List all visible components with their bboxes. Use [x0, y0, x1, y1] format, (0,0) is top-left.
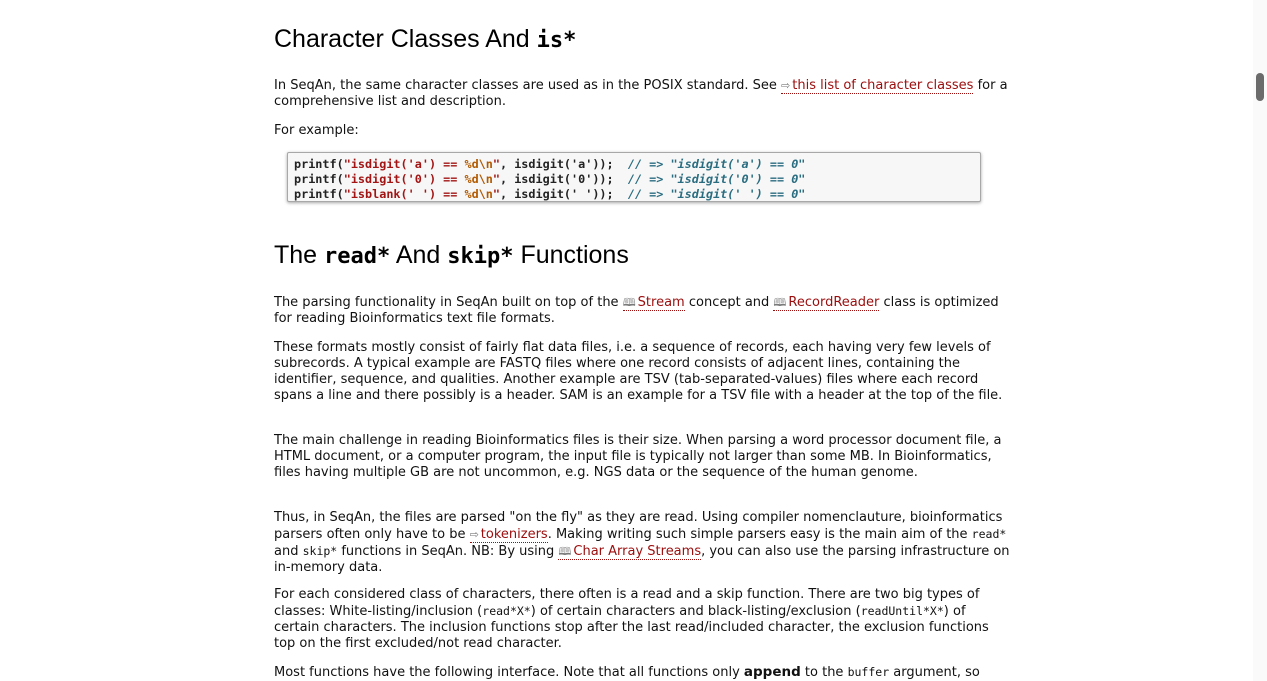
on-the-fly-paragraph: Thus, in SeqAn, the files are parsed "on…: [274, 510, 1010, 575]
code-example-block: printf("isdigit('a') == %d\n", isdigit('…: [287, 152, 981, 202]
scrollbar-thumb[interactable]: [1256, 73, 1264, 101]
book-icon: 🕮: [622, 296, 636, 309]
intro-text: In SeqAn, the same character classes are…: [274, 78, 782, 93]
external-link-icon: ⇨: [781, 79, 791, 92]
formats-paragraph: These formats mostly consist of fairly f…: [274, 340, 1003, 403]
classes-paragraph: For each considered class of characters,…: [274, 587, 989, 651]
book-icon: 🕮: [558, 545, 572, 558]
example-label: For example:: [274, 123, 359, 138]
heading-character-classes: Character Classes And is*: [274, 24, 576, 56]
char-classes-link-label: this list of character classes: [792, 78, 974, 93]
interface-paragraph: Most functions have the following interf…: [274, 664, 980, 680]
heading-text: Character Classes And: [274, 25, 537, 53]
challenge-paragraph: The main challenge in reading Bioinforma…: [274, 433, 1002, 480]
char-array-streams-link[interactable]: 🕮 Char Array Streams: [558, 544, 702, 560]
vertical-scrollbar[interactable]: [1253, 0, 1267, 681]
external-link-icon: ⇨: [469, 528, 479, 541]
code-line: printf("isblank(' ') == %d\n", isdigit('…: [294, 187, 806, 201]
char-classes-link[interactable]: ⇨ this list of character classes: [781, 78, 974, 94]
heading-read-skip-functions: The read* And skip* Functions: [274, 241, 629, 269]
code-line: printf("isdigit('a') == %d\n", isdigit('…: [294, 157, 806, 171]
tokenizers-link[interactable]: ⇨ tokenizers: [469, 527, 548, 543]
recordreader-link[interactable]: 🕮 RecordReader: [773, 295, 880, 311]
code-line: printf("isdigit('0') == %d\n", isdigit('…: [294, 172, 806, 186]
heading-code: is*: [536, 28, 577, 53]
book-icon: 🕮: [773, 296, 787, 309]
stream-link[interactable]: 🕮 Stream: [622, 295, 685, 311]
intro-paragraph: In SeqAn, the same character classes are…: [274, 78, 1010, 110]
parsing-paragraph: The parsing functionality in SeqAn built…: [274, 295, 999, 326]
